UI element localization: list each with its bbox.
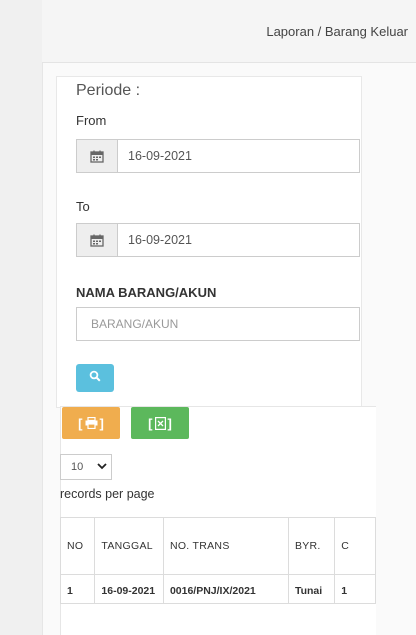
records-per-page-label: records per page <box>60 487 155 501</box>
table-clip: [ ] [ ] 10 records per page NO TANGGAL N… <box>0 0 376 635</box>
excel-icon: [ ] <box>148 415 172 431</box>
chevron-down-icon <box>97 461 107 473</box>
report-table: NO TANGGAL NO. TRANS BYR. C 1 16-09-2021… <box>59 517 376 604</box>
col-header-no[interactable]: NO <box>59 517 96 575</box>
print-icon: [ ] <box>78 415 104 431</box>
cell-tanggal: 16-09-2021 <box>94 574 164 604</box>
excel-button[interactable]: [ ] <box>131 407 189 439</box>
table-row: 1 16-09-2021 0016/PNJ/IX/2021 Tunai 1 <box>59 574 376 604</box>
col-header-c[interactable]: C <box>334 517 376 575</box>
cell-c: 1 <box>334 574 376 604</box>
page-size-select[interactable]: 10 <box>60 454 112 480</box>
page-size-value: 10 <box>71 461 84 473</box>
cell-byr: Tunai <box>287 574 336 604</box>
col-header-byr[interactable]: BYR. <box>287 517 336 575</box>
print-button[interactable]: [ ] <box>62 407 120 439</box>
cell-no-trans: 0016/PNJ/IX/2021 <box>162 574 289 604</box>
cell-no: 1 <box>59 574 96 604</box>
col-header-tanggal[interactable]: TANGGAL <box>94 517 164 575</box>
col-header-no-trans[interactable]: NO. TRANS <box>162 517 289 575</box>
table-header-row: NO TANGGAL NO. TRANS BYR. C <box>59 517 376 575</box>
